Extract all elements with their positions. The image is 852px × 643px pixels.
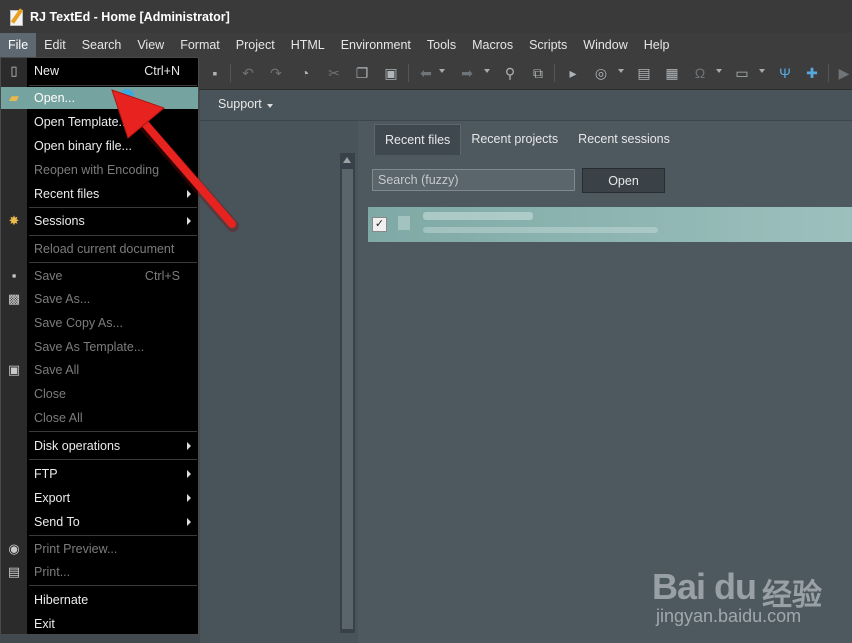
- menu-help[interactable]: Help: [636, 33, 678, 57]
- print-icon[interactable]: ▭: [734, 65, 750, 81]
- menu-item-close-all[interactable]: Close All: [1, 407, 198, 429]
- menu-item-recent-files[interactable]: Recent files: [1, 183, 198, 205]
- menu-html[interactable]: HTML: [283, 33, 333, 57]
- menu-tools[interactable]: Tools: [419, 33, 464, 57]
- menu-view[interactable]: View: [129, 33, 172, 57]
- menu-item-ftp[interactable]: FTP: [1, 463, 198, 485]
- menu-item-save-all[interactable]: ▣ Save All: [1, 359, 198, 381]
- menu-format[interactable]: Format: [172, 33, 228, 57]
- support-bar: [200, 90, 852, 120]
- menu-item-save[interactable]: ▪ Save Ctrl+S: [1, 265, 198, 287]
- submenu-arrow-icon: [187, 470, 191, 478]
- menu-item-disk-operations[interactable]: Disk operations: [1, 435, 198, 457]
- menu-item-new[interactable]: ▯ New Ctrl+N: [1, 60, 198, 82]
- menu-file[interactable]: File: [0, 33, 37, 57]
- play-icon[interactable]: ▶: [836, 65, 852, 81]
- print-preview-icon: ◉: [8, 541, 20, 556]
- special-char-icon[interactable]: Ω: [692, 65, 708, 81]
- tab-recent-files[interactable]: Recent files: [374, 124, 462, 155]
- baidu-logo: Bai du: [652, 566, 757, 607]
- history-icon[interactable]: ◔: [297, 65, 313, 81]
- app-logo-icon: [10, 7, 24, 26]
- scroll-up-icon[interactable]: [343, 157, 351, 163]
- save-icon: ▪: [11, 268, 17, 283]
- tools-icon[interactable]: Ψ: [777, 65, 793, 81]
- file-icon: [398, 216, 410, 230]
- menu-item-hibernate[interactable]: Hibernate: [1, 589, 198, 611]
- menu-project[interactable]: Project: [228, 33, 283, 57]
- window-title: RJ TextEd - Home [Administrator]: [30, 9, 230, 24]
- menu-item-print[interactable]: ▤ Print...: [1, 561, 198, 583]
- checkbox[interactable]: ✓: [372, 217, 387, 232]
- cursor-indicator: [120, 89, 134, 103]
- convert-icon[interactable]: ▦: [664, 65, 680, 81]
- menu-item-reopen-encoding[interactable]: Reopen with Encoding: [1, 159, 198, 181]
- menu-item-open-binary[interactable]: Open binary file...: [1, 135, 198, 157]
- watermark-url: jingyan.baidu.com: [656, 606, 802, 626]
- back-icon[interactable]: ⬅: [418, 65, 434, 81]
- scroll-thumb[interactable]: [342, 169, 353, 629]
- menu-item-close[interactable]: Close: [1, 383, 198, 405]
- copy-icon[interactable]: ❐: [354, 65, 370, 81]
- menu-search[interactable]: Search: [74, 33, 130, 57]
- menu-bar: File Edit Search View Format Project HTM…: [0, 33, 852, 57]
- menu-environment[interactable]: Environment: [333, 33, 419, 57]
- submenu-arrow-icon: [187, 518, 191, 526]
- submenu-arrow-icon: [187, 494, 191, 502]
- menu-item-send-to[interactable]: Send To: [1, 511, 198, 533]
- menu-item-reload[interactable]: Reload current document: [1, 238, 198, 260]
- menu-item-print-preview[interactable]: ◉ Print Preview...: [1, 538, 198, 560]
- open-folder-icon: ▰: [9, 90, 19, 105]
- forward-icon[interactable]: ➡: [459, 65, 475, 81]
- menu-scripts[interactable]: Scripts: [521, 33, 575, 57]
- menu-item-open-template[interactable]: Open Template...: [1, 111, 198, 133]
- title-bar: RJ TextEd - Home [Administrator]: [0, 0, 852, 33]
- redo-icon[interactable]: ↷: [268, 65, 284, 81]
- file-menu-dropdown: ▯ New Ctrl+N ▰ Open... Open Template... …: [0, 57, 199, 635]
- menu-item-sessions[interactable]: ✸ Sessions: [1, 210, 198, 232]
- submenu-arrow-icon: [187, 190, 191, 198]
- recent-file-row[interactable]: ✓: [368, 207, 852, 242]
- find-icon[interactable]: ⚲: [502, 65, 518, 81]
- menu-edit[interactable]: Edit: [36, 33, 74, 57]
- run-icon[interactable]: ▸: [565, 65, 581, 81]
- plugin-icon[interactable]: ✚: [804, 65, 820, 81]
- inspect-icon[interactable]: ▤: [636, 65, 652, 81]
- tab-recent-projects[interactable]: Recent projects: [461, 124, 568, 154]
- save-icon[interactable]: ▪: [207, 65, 223, 81]
- menu-item-save-copy-as[interactable]: Save Copy As...: [1, 312, 198, 334]
- printer-icon: ▤: [7, 564, 21, 579]
- home-panel: [358, 121, 852, 643]
- menu-item-export[interactable]: Export: [1, 487, 198, 509]
- menu-item-open[interactable]: ▰ Open...: [1, 87, 198, 109]
- submenu-arrow-icon: [187, 442, 191, 450]
- menu-window[interactable]: Window: [575, 33, 635, 57]
- sessions-icon: ✸: [8, 213, 20, 228]
- search-input[interactable]: [372, 169, 575, 191]
- menu-item-save-as[interactable]: ▩ Save As...: [1, 288, 198, 310]
- watermark: Bai du 经验 jingyan.baidu.com: [652, 566, 847, 634]
- tab-recent-sessions[interactable]: Recent sessions: [568, 124, 680, 154]
- new-file-icon: ▯: [10, 63, 18, 78]
- submenu-arrow-icon: [187, 217, 191, 225]
- support-menu[interactable]: Support: [218, 97, 262, 111]
- save-as-icon: ▩: [7, 291, 21, 306]
- paste-icon[interactable]: ▣: [383, 65, 399, 81]
- open-button[interactable]: Open: [582, 168, 665, 193]
- replace-icon[interactable]: ⧉: [530, 65, 546, 81]
- support-caret-icon[interactable]: [267, 104, 273, 108]
- menu-macros[interactable]: Macros: [464, 33, 521, 57]
- cut-icon[interactable]: ✂: [326, 65, 342, 81]
- menu-item-exit[interactable]: Exit: [1, 613, 198, 635]
- browser-icon[interactable]: ◎: [593, 65, 609, 81]
- menu-item-save-as-template[interactable]: Save As Template...: [1, 336, 198, 358]
- recent-tabs: Recent files Recent projects Recent sess…: [374, 124, 680, 155]
- undo-icon[interactable]: ↶: [240, 65, 256, 81]
- save-all-icon: ▣: [7, 362, 21, 377]
- vertical-scrollbar[interactable]: [340, 153, 355, 633]
